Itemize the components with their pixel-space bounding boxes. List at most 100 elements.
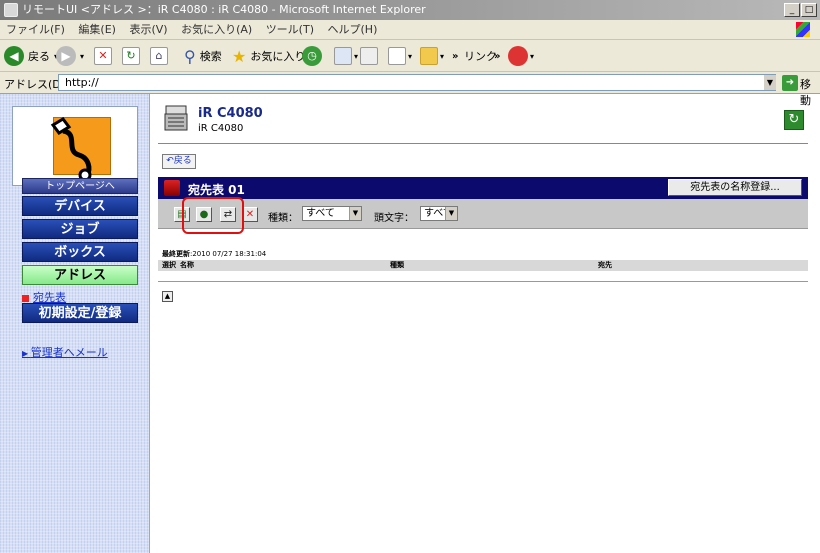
forward-dropdown-icon[interactable]: ▾ [80, 52, 84, 61]
refresh-button[interactable]: ↻ [122, 44, 140, 68]
device-name: iR C4080 [198, 106, 263, 121]
translate-dropdown-icon[interactable]: ▾ [530, 52, 534, 61]
admin-mail-link[interactable]: ▶ 管理者へメール [22, 344, 108, 360]
browser-toolbar: ◀ 戻る ▾ ▶ ▾ ✕ ↻ ⌂ ⚲ 検索 ★ お気に入り ◷ ▾ ▾ ▾ » … [0, 40, 820, 72]
chevron-down-icon: ▼ [349, 207, 361, 220]
back-button[interactable]: ◀ 戻る ▾ [4, 44, 58, 68]
menu-bar: ファイル(F) 編集(E) 表示(V) お気に入り(A) ツール(T) ヘルプ(… [0, 20, 820, 40]
kind-label: 種類： [268, 213, 298, 224]
history-icon: ◷ [302, 46, 322, 66]
admin-mail-label: 管理者へメール [30, 346, 108, 359]
mail-dropdown-icon[interactable]: ▾ [354, 52, 358, 61]
column-kind: 種類 [390, 261, 404, 269]
forward-button[interactable]: ▶ ▾ [56, 44, 84, 68]
initial-select[interactable]: すべて ▼ [420, 206, 458, 221]
last-updated-label: 最終更新 [162, 250, 190, 258]
nav-settings[interactable]: 初期設定/登録 [22, 303, 138, 323]
edit-dropdown-icon[interactable]: ▾ [408, 52, 412, 61]
search-button[interactable]: ⚲ 検索 [184, 44, 222, 68]
window-title-bar: リモートUI <アドレス >：iR C4080 : iR C4080 - Mic… [0, 0, 820, 20]
divider [158, 143, 808, 144]
register-name-button[interactable]: 宛先表の名称登録... [668, 179, 802, 196]
links-label: リンク [464, 50, 497, 63]
back-link-label: 戻る [173, 156, 192, 166]
back-label: 戻る [28, 50, 50, 63]
address-label: アドレス(D) [4, 78, 66, 91]
address-input[interactable]: http:// [58, 74, 776, 91]
edit-page-icon [388, 47, 406, 65]
address-book-icon [164, 180, 180, 196]
printer-icon [360, 47, 378, 65]
nav-box[interactable]: ボックス [22, 242, 138, 262]
print-button[interactable] [360, 44, 378, 68]
go-arrow-icon[interactable]: ➜ [782, 75, 798, 91]
kind-select[interactable]: すべて ▼ [302, 206, 362, 221]
chevron-expand-icon[interactable]: » [452, 44, 458, 68]
windows-logo-icon [796, 22, 810, 37]
ie-app-icon [4, 3, 18, 17]
folder-button[interactable]: ▾ [420, 44, 444, 68]
remote-ui-logo[interactable] [12, 106, 138, 186]
search-icon: ⚲ [184, 46, 196, 66]
top-page-button[interactable]: トップページへ [22, 178, 138, 194]
back-arrow-icon: ◀ [4, 46, 24, 66]
address-bar: アドレス(D) http:// ▼ ➜ 移動 [0, 72, 820, 107]
stop-button[interactable]: ✕ [94, 44, 112, 68]
minimize-button[interactable]: _ [784, 3, 800, 17]
bullet-icon [22, 294, 29, 302]
last-updated: 最終更新:2010 07/27 18:31:04 [162, 249, 266, 259]
window-title: リモートUI <アドレス >：iR C4080 : iR C4080 - Mic… [22, 3, 426, 16]
divider [158, 281, 808, 282]
mail-button[interactable]: ▾ [334, 44, 358, 68]
search-label: 検索 [199, 50, 222, 63]
column-destination: 宛先 [598, 261, 612, 269]
table-header: 選択 名称 種類 宛先 [158, 260, 808, 271]
column-select: 選択 [162, 261, 176, 269]
go-label[interactable]: 移動 [800, 76, 820, 108]
page-refresh-icon[interactable]: ↻ [784, 110, 804, 130]
forward-arrow-icon: ▶ [56, 46, 76, 66]
kind-select-value: すべて [306, 208, 335, 219]
nav-device[interactable]: デバイス [22, 196, 138, 216]
home-button[interactable]: ⌂ [150, 44, 168, 68]
page-top-icon[interactable]: ▲ [162, 291, 173, 302]
address-book-title: 宛先表 01 [188, 183, 245, 197]
address-book-toolbar: ▤ ● ⇄ ✕ 種類： すべて ▼ 頭文字： すべて ▼ [158, 199, 808, 229]
chevron-down-icon: ▼ [445, 207, 457, 220]
nav-job[interactable]: ジョブ [22, 219, 138, 239]
folder-dropdown-icon[interactable]: ▾ [440, 52, 444, 61]
edit-button[interactable]: ▾ [388, 44, 412, 68]
back-link-button[interactable]: ↶戻る [162, 154, 196, 169]
printer-device-icon [164, 105, 188, 131]
menu-tools[interactable]: ツール(T) [266, 23, 314, 36]
menu-favorites[interactable]: お気に入り(A) [181, 23, 252, 36]
menu-file[interactable]: ファイル(F) [6, 23, 65, 36]
device-model: iR C4080 [198, 123, 244, 134]
address-dropdown-icon[interactable]: ▼ [764, 75, 776, 90]
menu-view[interactable]: 表示(V) [129, 23, 167, 36]
stop-icon: ✕ [94, 47, 112, 65]
address-book-header: 宛先表 01 宛先表の名称登録... [158, 177, 808, 199]
chevron-links-icon[interactable]: » [494, 44, 500, 68]
refresh-icon: ↻ [122, 47, 140, 65]
favorites-button[interactable]: ★ お気に入り [232, 44, 305, 68]
last-updated-value: :2010 07/27 18:31:04 [190, 250, 267, 258]
mail-icon [334, 47, 352, 65]
history-button[interactable]: ◷ [302, 44, 322, 68]
translate-icon [508, 46, 528, 66]
delete-icon[interactable]: ✕ [242, 207, 258, 222]
initial-label: 頭文字： [374, 213, 414, 224]
links-button[interactable]: リンク [464, 44, 497, 68]
translate-button[interactable]: ▾ [508, 44, 534, 68]
folder-icon [420, 47, 438, 65]
star-icon: ★ [232, 46, 247, 66]
column-name: 名称 [180, 261, 194, 269]
home-icon: ⌂ [150, 47, 168, 65]
sidebar: トップページへ デバイス ジョブ ボックス アドレス 宛先表 初期設定/登録 ▶… [0, 94, 150, 553]
triangle-icon: ▶ [22, 349, 31, 358]
menu-edit[interactable]: 編集(E) [78, 23, 116, 36]
menu-help[interactable]: ヘルプ(H) [328, 23, 378, 36]
nav-address[interactable]: アドレス [22, 265, 138, 285]
maximize-button[interactable]: □ [801, 3, 817, 17]
highlight-annotation [182, 197, 244, 234]
